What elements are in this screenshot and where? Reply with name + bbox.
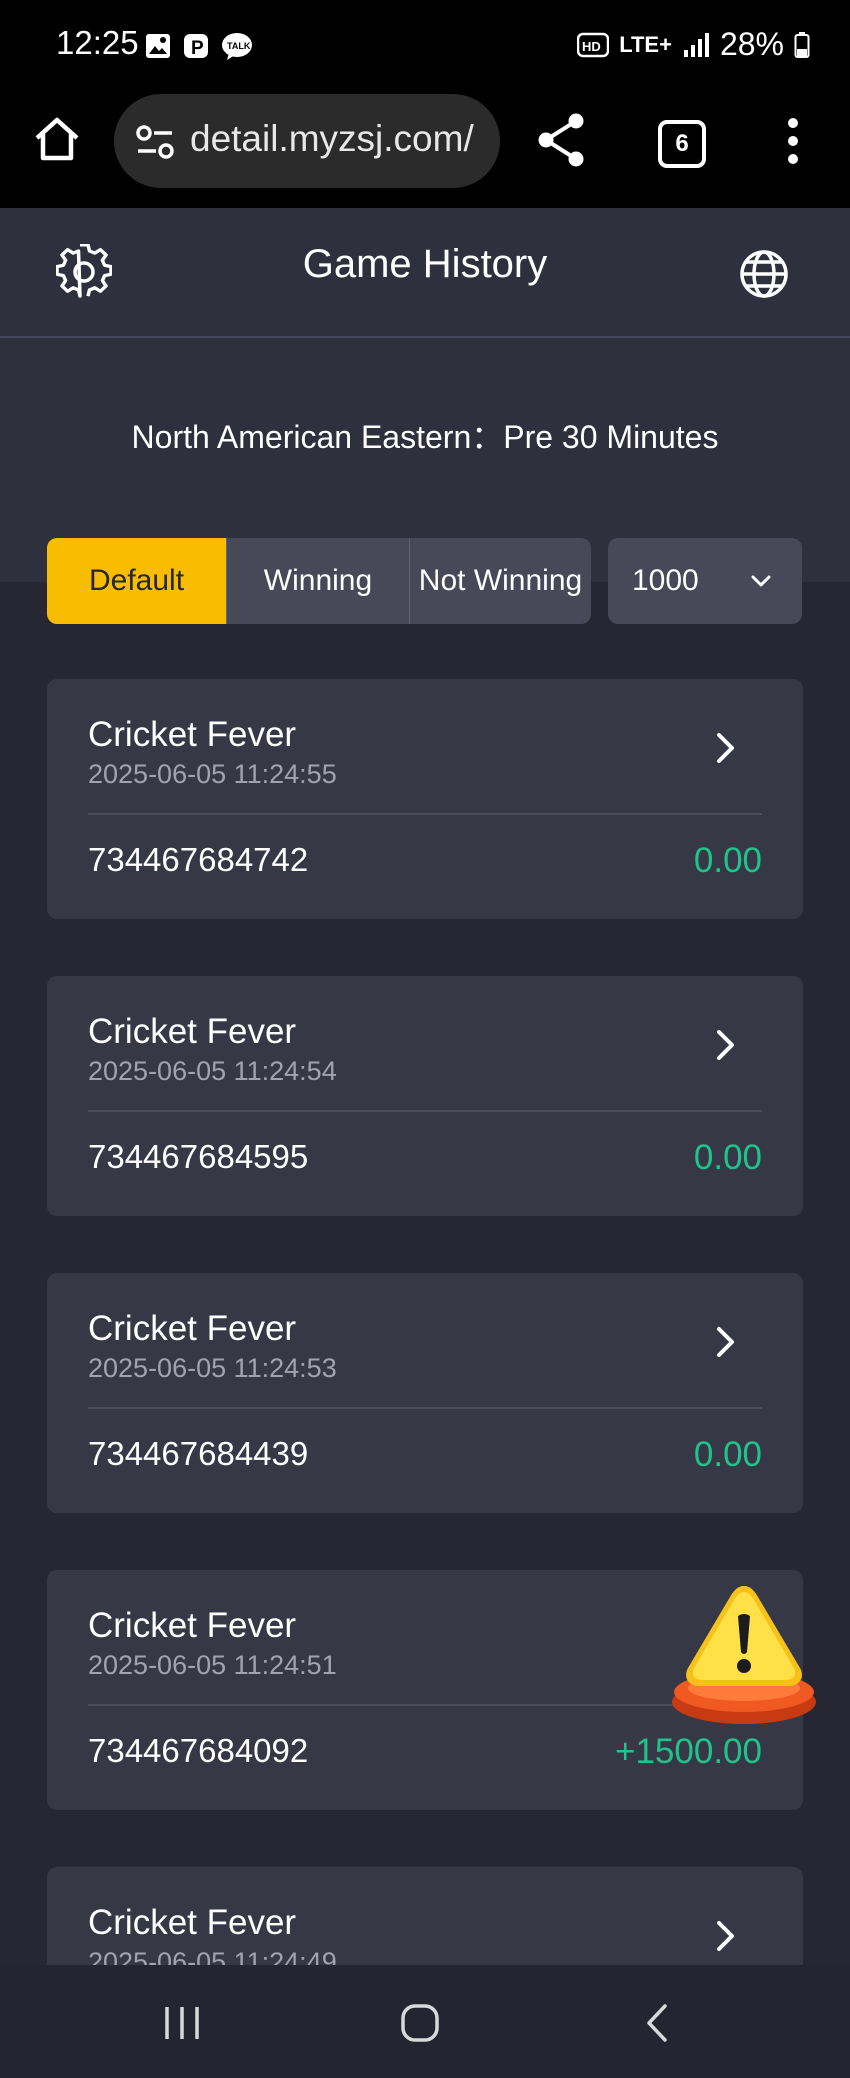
history-card[interactable]: Cricket Fever 2025-06-05 11:24:49 — [47, 1867, 803, 1965]
timezone-label: North American Eastern：Pre 30 Minutes — [131, 419, 719, 455]
more-menu-icon[interactable] — [780, 116, 806, 166]
round-id: 734467684439 — [88, 1435, 309, 1472]
divider — [88, 1110, 762, 1112]
page-size-select[interactable]: 1000 — [608, 538, 802, 624]
result-filter: Default Winning Not Winning — [47, 538, 591, 624]
status-right: HD LTE+ 28% — [577, 26, 810, 63]
game-name: Cricket Fever — [88, 1903, 297, 1942]
win-amount: 0.00 — [693, 1435, 762, 1474]
talk-icon: TALK — [222, 33, 252, 60]
bet-time: 2025-06-05 11:24:53 — [88, 1353, 337, 1383]
network-type: LTE+ — [619, 31, 672, 57]
filter-not-winning-button[interactable]: Not Winning — [409, 538, 591, 624]
svg-text:P: P — [191, 38, 204, 59]
history-card[interactable]: Cricket Fever 2025-06-05 11:24:53 734467… — [47, 1273, 803, 1513]
win-amount: 0.00 — [693, 841, 762, 880]
chevron-right-icon[interactable] — [713, 1325, 739, 1359]
share-icon[interactable] — [536, 112, 586, 168]
url-text: detail.myzsj.com/ — [190, 118, 474, 159]
game-name: Cricket Fever — [88, 715, 297, 754]
back-icon[interactable] — [644, 2003, 670, 2043]
game-name: Cricket Fever — [88, 1606, 297, 1645]
history-card[interactable]: Cricket Fever 2025-06-05 11:24:55 734467… — [47, 679, 803, 919]
bet-time: 2025-06-05 11:24:51 — [88, 1650, 337, 1680]
app-header: Game History — [0, 208, 850, 338]
browser-toolbar: detail.myzsj.com/ 6 — [0, 92, 850, 208]
page-title: Game History — [302, 242, 548, 286]
filter-default-button[interactable]: Default — [47, 538, 226, 624]
bet-time: 2025-06-05 11:24:55 — [88, 759, 337, 789]
win-amount: 0.00 — [693, 1138, 762, 1177]
svg-text:HD: HD — [582, 39, 601, 54]
bet-time: 2025-06-05 11:24:49 — [88, 1947, 337, 1965]
status-time: 12:25 — [56, 24, 139, 61]
chevron-right-icon[interactable] — [713, 1028, 739, 1062]
status-bar: 12:25 P TALK HD LTE+ 28% — [0, 0, 850, 92]
home-icon[interactable] — [32, 114, 82, 164]
gallery-icon — [146, 34, 170, 58]
battery-icon — [794, 31, 810, 58]
round-id: 734467684092 — [88, 1732, 309, 1769]
battery-percent: 28% — [719, 26, 784, 62]
nav-home-icon[interactable] — [400, 2003, 440, 2043]
p-app-icon: P — [184, 34, 208, 59]
divider — [88, 1407, 762, 1409]
recent-apps-icon[interactable] — [162, 2005, 202, 2041]
page-size-value: 1000 — [632, 564, 699, 597]
system-nav-bar — [0, 1965, 850, 2078]
divider — [88, 1704, 762, 1706]
game-name: Cricket Fever — [88, 1309, 297, 1348]
globe-icon[interactable] — [738, 248, 790, 300]
game-name: Cricket Fever — [88, 1012, 297, 1051]
bet-time: 2025-06-05 11:24:54 — [88, 1056, 337, 1086]
site-settings-icon[interactable] — [136, 124, 174, 160]
round-id: 734467684595 — [88, 1138, 309, 1175]
round-id: 734467684742 — [88, 841, 309, 878]
history-card[interactable]: Cricket Fever 2025-06-05 11:24:54 734467… — [47, 976, 803, 1216]
signal-icon — [683, 32, 709, 57]
hd-icon: HD — [577, 32, 610, 57]
chevron-right-icon[interactable] — [713, 1919, 739, 1953]
warning-icon[interactable] — [670, 1580, 820, 1730]
chevron-right-icon[interactable] — [713, 731, 739, 765]
tab-switcher-button[interactable]: 6 — [658, 120, 706, 168]
svg-text:TALK: TALK — [227, 41, 251, 51]
address-bar[interactable]: detail.myzsj.com/ — [114, 94, 500, 188]
filter-winning-button[interactable]: Winning — [226, 538, 409, 624]
history-list: Cricket Fever 2025-06-05 11:24:55 734467… — [47, 679, 803, 1965]
chevron-down-icon — [751, 575, 771, 587]
notification-icons: P TALK — [144, 30, 254, 62]
divider — [88, 813, 762, 815]
win-amount: +1500.00 — [615, 1732, 762, 1771]
